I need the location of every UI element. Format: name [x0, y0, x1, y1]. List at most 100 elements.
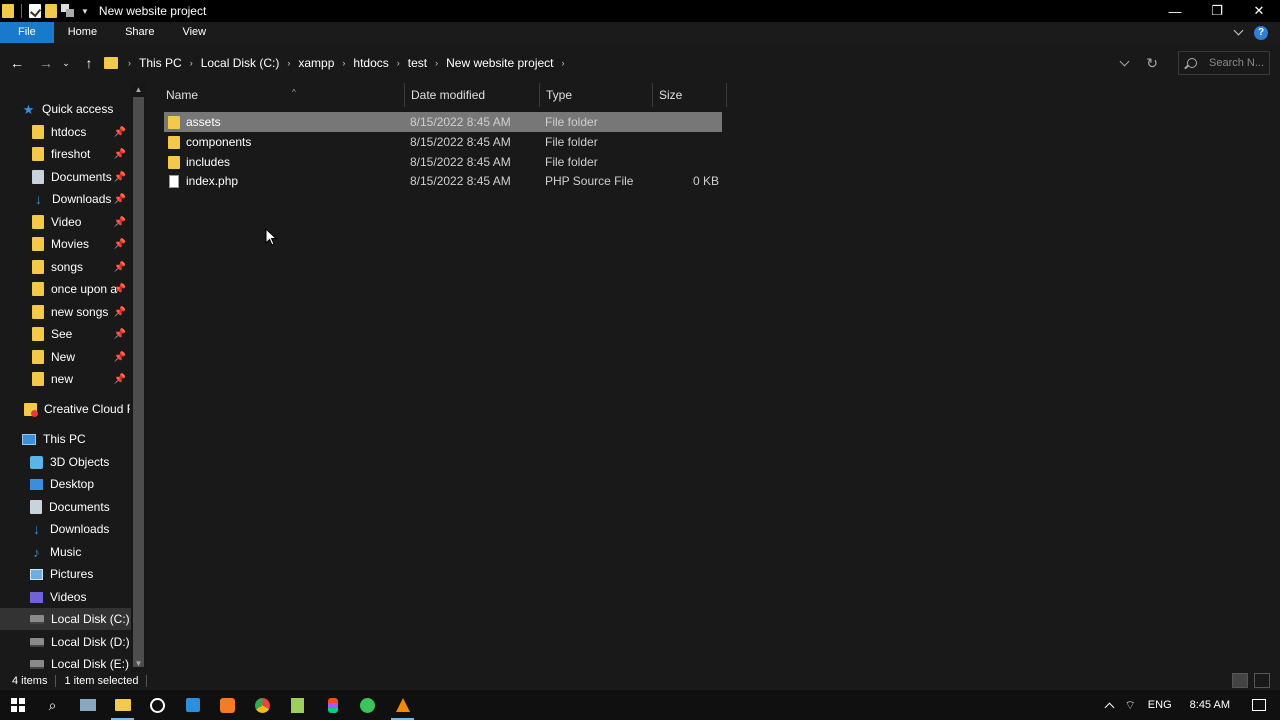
breadcrumb-separator-icon[interactable]: ›	[435, 58, 438, 68]
nav-creative-cloud[interactable]: Creative Cloud Fil	[24, 398, 130, 420]
column-header-name[interactable]: ^ Name	[160, 83, 405, 107]
large-icons-view-icon[interactable]	[1254, 673, 1270, 688]
nav-item-local-disk-c[interactable]: Local Disk (C:)	[0, 608, 131, 630]
breadcrumb-htdocs[interactable]: htdocs	[353, 56, 388, 70]
restore-button[interactable]: ❐	[1196, 0, 1238, 22]
clock[interactable]: 8:45 AM	[1190, 699, 1230, 711]
navigation-scrollbar[interactable]: ▲ ▼	[131, 83, 146, 672]
nav-item-fireshot[interactable]: fireshot 📌	[32, 143, 130, 165]
tab-share[interactable]: Share	[111, 22, 168, 43]
wifi-icon[interactable]: ⌔	[1125, 698, 1136, 713]
up-arrow-icon[interactable]: ↑	[77, 51, 101, 75]
nav-item-documents[interactable]: Documents 📌	[32, 166, 130, 188]
column-label: Type	[546, 88, 573, 102]
file-date: 8/15/2022 8:45 AM	[410, 135, 511, 149]
nav-quick-access[interactable]: ★ Quick access	[22, 98, 146, 120]
nav-this-pc[interactable]: This PC	[22, 428, 130, 450]
taskbar-app[interactable]	[210, 690, 245, 720]
tab-home[interactable]: Home	[54, 22, 111, 43]
nav-item-downloads[interactable]: ↓ Downloads 📌	[32, 188, 130, 210]
file-row[interactable]: index.php 8/15/2022 8:45 AM PHP Source F…	[164, 171, 722, 191]
breadcrumb-current-folder[interactable]: New website project	[446, 56, 553, 70]
address-history-chevron-icon[interactable]	[1119, 56, 1130, 66]
nav-item-new-lowercase[interactable]: new 📌	[32, 368, 130, 390]
taskbar-app[interactable]	[140, 690, 175, 720]
file-row[interactable]: includes 8/15/2022 8:45 AM File folder	[164, 152, 722, 172]
nav-item-once-upon-a-time[interactable]: once upon a t 📌	[32, 278, 130, 300]
rename-icon[interactable]	[61, 4, 75, 18]
search-input[interactable]: Search N...	[1178, 51, 1270, 75]
scroll-down-arrow-icon[interactable]: ▼	[134, 659, 143, 668]
column-header-size[interactable]: Size	[653, 83, 727, 107]
nav-item-downloads-pc[interactable]: ↓ Downloads	[30, 518, 130, 540]
nav-item-label: This PC	[43, 432, 86, 446]
help-icon[interactable]: ?	[1254, 25, 1268, 40]
nav-item-new-songs[interactable]: new songs 📌	[32, 301, 130, 323]
start-button[interactable]	[0, 690, 35, 720]
search-button[interactable]: ⌕	[35, 690, 70, 720]
breadcrumb-xampp[interactable]: xampp	[298, 56, 334, 70]
nav-item-documents-pc[interactable]: Documents	[30, 496, 130, 518]
new-folder-icon[interactable]	[45, 4, 57, 18]
address-bar[interactable]: › This PC › Local Disk (C:) › xampp › ht…	[100, 51, 1166, 75]
recent-locations-chevron-icon[interactable]: ⌄	[60, 51, 72, 75]
file-row[interactable]: assets 8/15/2022 8:45 AM File folder	[164, 112, 722, 132]
show-hidden-icons-chevron-icon[interactable]	[1104, 702, 1114, 712]
breadcrumb-separator-icon[interactable]: ›	[190, 58, 193, 68]
breadcrumb-separator-icon[interactable]: ›	[562, 58, 565, 68]
expand-ribbon-chevron-icon[interactable]	[1233, 25, 1244, 36]
taskbar-app[interactable]	[350, 690, 385, 720]
nav-item-see[interactable]: See 📌	[32, 323, 130, 345]
minimize-button[interactable]: —	[1154, 0, 1196, 22]
nav-item-label: Downloads	[50, 522, 110, 536]
refresh-icon[interactable]: ↻	[1146, 55, 1158, 72]
taskbar-app[interactable]	[245, 690, 280, 720]
nav-item-pictures[interactable]: Pictures	[30, 563, 130, 585]
nav-item-desktop[interactable]: Desktop	[30, 473, 130, 495]
taskbar-app[interactable]	[280, 690, 315, 720]
nav-item-3d-objects[interactable]: 3D Objects	[30, 451, 130, 473]
breadcrumb-test[interactable]: test	[408, 56, 427, 70]
taskbar-app[interactable]	[175, 690, 210, 720]
details-view-icon[interactable]	[1232, 673, 1248, 688]
nav-item-songs[interactable]: songs 📌	[32, 256, 130, 278]
nav-item-htdocs[interactable]: htdocs 📌	[32, 121, 130, 143]
folder-icon	[32, 147, 44, 161]
drive-icon	[30, 614, 44, 624]
nav-item-new[interactable]: New 📌	[32, 346, 130, 368]
scrollbar-thumb[interactable]	[133, 97, 144, 667]
nav-item-video[interactable]: Video 📌	[32, 211, 130, 233]
close-button[interactable]: ✕	[1238, 0, 1280, 22]
status-divider	[55, 675, 57, 687]
breadcrumb-local-disk-c[interactable]: Local Disk (C:)	[201, 56, 280, 70]
breadcrumb-separator-icon[interactable]: ›	[128, 58, 131, 68]
tab-view[interactable]: View	[168, 22, 220, 43]
breadcrumb-separator-icon[interactable]: ›	[287, 58, 290, 68]
taskbar-app[interactable]	[315, 690, 350, 720]
nav-item-local-disk-d[interactable]: Local Disk (D:)	[30, 631, 130, 653]
breadcrumb-separator-icon[interactable]: ›	[397, 58, 400, 68]
taskbar-app[interactable]	[385, 690, 420, 720]
language-indicator[interactable]: ENG	[1148, 699, 1172, 711]
scroll-up-arrow-icon[interactable]: ▲	[134, 85, 143, 94]
file-row[interactable]: components 8/15/2022 8:45 AM File folder	[164, 132, 722, 152]
tab-file[interactable]: File	[0, 22, 54, 43]
back-arrow-icon[interactable]: ←	[5, 51, 29, 75]
taskbar-app[interactable]	[70, 690, 105, 720]
column-header-date-modified[interactable]: Date modified	[405, 83, 540, 107]
nav-item-music[interactable]: ♪ Music	[30, 541, 130, 563]
vlc-icon	[395, 698, 410, 712]
file-date: 8/15/2022 8:45 AM	[410, 174, 511, 188]
customize-toolbar-chevron-icon[interactable]: ▼	[81, 7, 89, 16]
nav-item-videos[interactable]: Videos	[30, 586, 130, 608]
taskbar-app[interactable]	[105, 690, 140, 720]
nav-item-movies[interactable]: Movies 📌	[32, 233, 130, 255]
properties-check-icon[interactable]	[29, 4, 41, 18]
forward-arrow-icon[interactable]: →	[34, 51, 58, 75]
breadcrumb-this-pc[interactable]: This PC	[139, 56, 182, 70]
pin-icon: 📌	[113, 126, 126, 138]
column-header-type[interactable]: Type	[540, 83, 653, 107]
breadcrumb-separator-icon[interactable]: ›	[342, 58, 345, 68]
nav-item-local-disk-e[interactable]: Local Disk (E:)	[30, 653, 130, 672]
notifications-icon[interactable]	[1252, 699, 1266, 711]
